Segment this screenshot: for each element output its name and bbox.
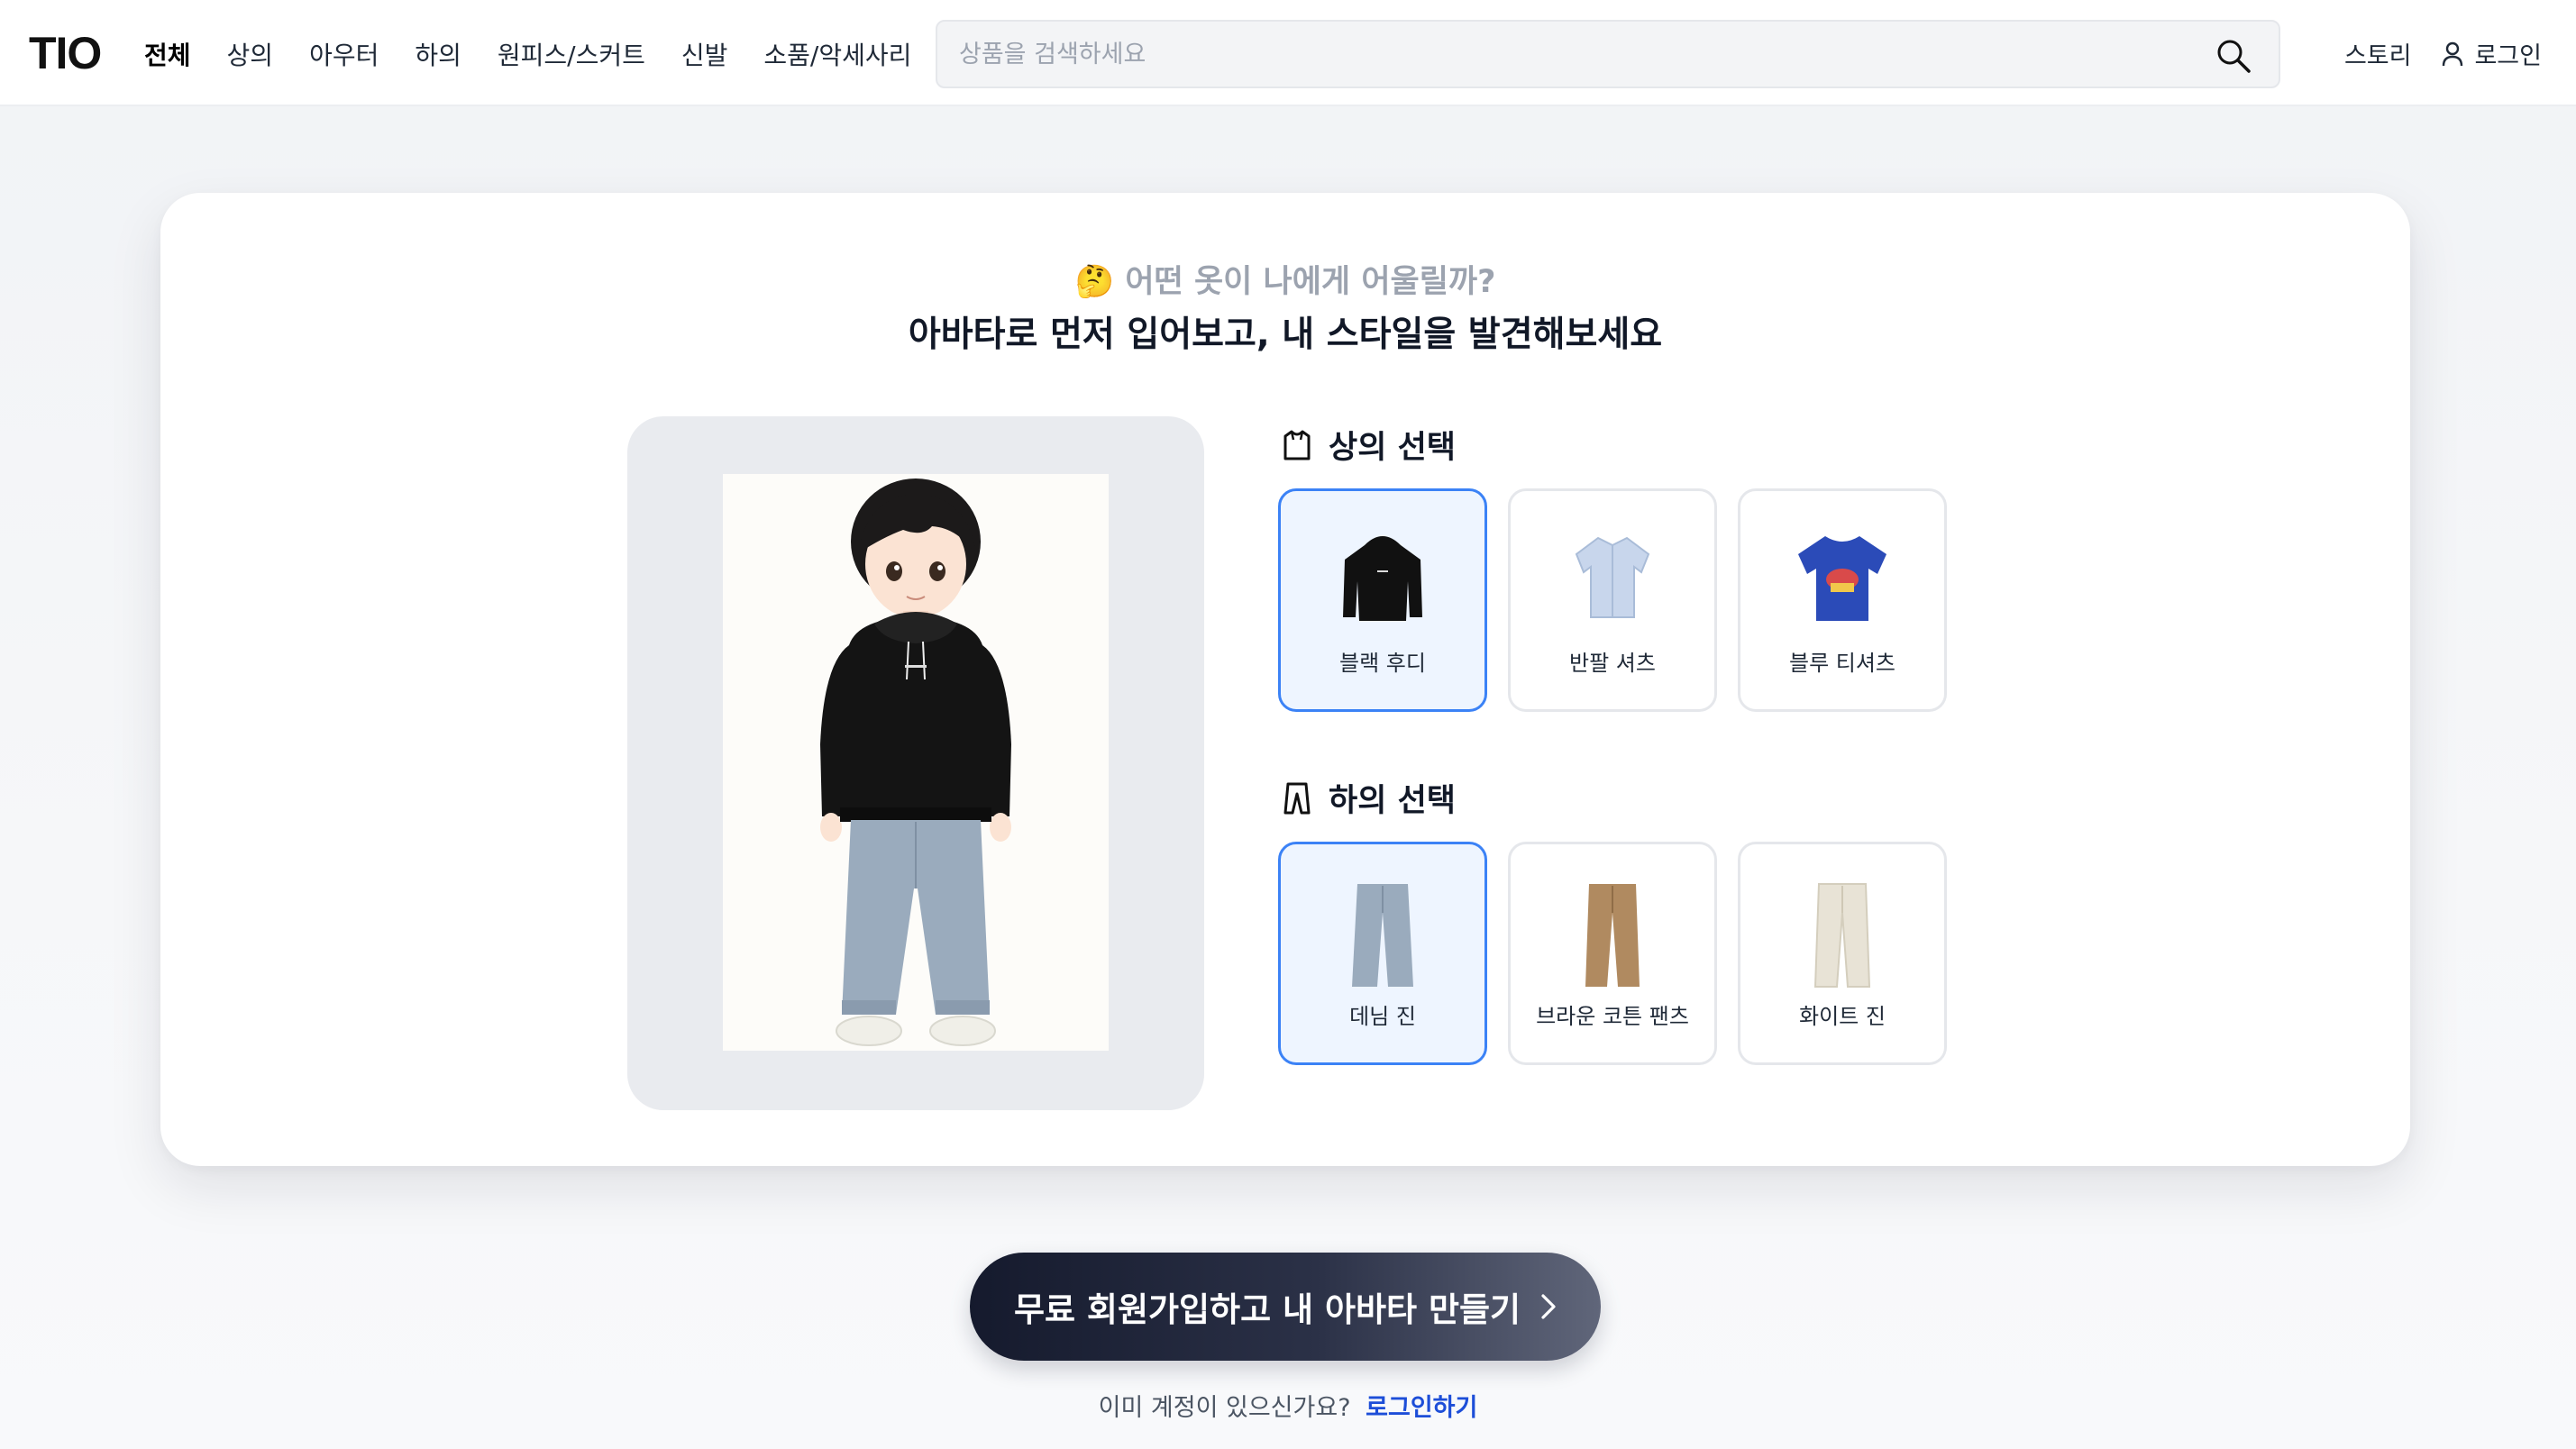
bottoms-section-title: 하의 선택 [1282,775,1456,821]
header-actions: 스토리 로그인 [2344,36,2542,71]
login-label: 로그인 [2474,42,2542,70]
denim-jeans-thumbnail [1352,884,1413,987]
nav-item-dresses-skirts[interactable]: 원피스/스커트 [498,36,645,72]
tio-logo[interactable]: TIO [29,27,102,79]
search-bar [936,20,2280,88]
user-icon [2443,41,2463,66]
login-link[interactable]: 로그인 [2442,36,2542,71]
pants-icon [1283,782,1311,814]
cta-label: 무료 회원가입하고 내 아바타 만들기 [1013,1290,1521,1329]
black-hoodie-thumbnail [1343,536,1422,621]
white-jeans-thumbnail [1813,883,1871,988]
search-icon[interactable] [2215,38,2252,74]
bottom-option-label: 데님 진 [1349,1004,1416,1029]
page-headline: 아바타로 먼저 입어보고, 내 스타일을 발견해보세요 [908,314,1663,355]
signup-create-avatar-button[interactable]: 무료 회원가입하고 내 아바타 만들기 [970,1253,1601,1361]
bottoms-title-text: 하의 선택 [1329,783,1456,819]
bottom-option-label: 브라운 코튼 팬츠 [1536,1004,1689,1029]
category-nav: 전체 상의 아우터 하의 원피스/스커트 신발 소품/악세사리 [144,36,947,72]
login-link-bottom[interactable]: 로그인하기 [1366,1394,1477,1422]
tops-section-title: 상의 선택 [1282,422,1456,468]
top-option-label: 블랙 후디 [1339,651,1426,676]
avatar-preview-panel [627,416,1204,1110]
top-option-blue-tshirt[interactable]: 블루 티셔츠 [1738,488,1947,712]
avatar-tryon-card: 🤔 어떤 옷이 나에게 어울릴까? 아바타로 먼저 입어보고, 내 스타일을 발… [160,193,2410,1166]
top-option-label: 반팔 셔츠 [1569,651,1656,676]
story-link[interactable]: 스토리 [2344,36,2412,71]
existing-account-prompt: 이미 계정이 있으신가요? 로그인하기 [0,1388,2576,1423]
nav-item-all[interactable]: 전체 [144,36,191,72]
tops-title-text: 상의 선택 [1329,430,1456,466]
top-option-short-sleeve-shirt[interactable]: 반팔 셔츠 [1508,488,1717,712]
question-line: 🤔 어떤 옷이 나에게 어울릴까? [160,256,2410,302]
blue-tshirt-thumbnail [1798,536,1886,621]
top-option-black-hoodie[interactable]: 블랙 후디 [1278,488,1487,712]
top-option-label: 블루 티셔츠 [1788,651,1896,676]
nav-item-bottoms[interactable]: 하의 [415,36,461,72]
top-navigation-bar: TIO 전체 상의 아우터 하의 원피스/스커트 신발 소품/악세사리 스토리 … [0,0,2576,106]
bottom-option-white-jeans[interactable]: 화이트 진 [1738,842,1947,1065]
nav-item-shoes[interactable]: 신발 [681,36,728,72]
chevron-right-icon [1541,1294,1556,1319]
bottom-option-denim-jeans[interactable]: 데님 진 [1278,842,1487,1065]
avatar-image [723,474,1109,1051]
question-text: 어떤 옷이 나에게 어울릴까? [1125,264,1496,300]
short-sleeve-shirt-thumbnail [1575,536,1650,618]
shirt-icon [1283,430,1311,460]
brown-pants-thumbnail [1585,884,1640,987]
search-input[interactable] [959,34,2185,74]
existing-account-text: 이미 계정이 있으신가요? [1098,1394,1351,1422]
nav-item-outer[interactable]: 아우터 [309,36,379,72]
bottom-option-brown-cotton-pants[interactable]: 브라운 코튼 팬츠 [1508,842,1717,1065]
nav-item-tops[interactable]: 상의 [227,36,274,72]
nav-item-accessories[interactable]: 소품/악세사리 [763,36,911,72]
bottom-option-label: 화이트 진 [1799,1004,1886,1029]
thinking-emoji-icon: 🤔 [1074,264,1115,300]
